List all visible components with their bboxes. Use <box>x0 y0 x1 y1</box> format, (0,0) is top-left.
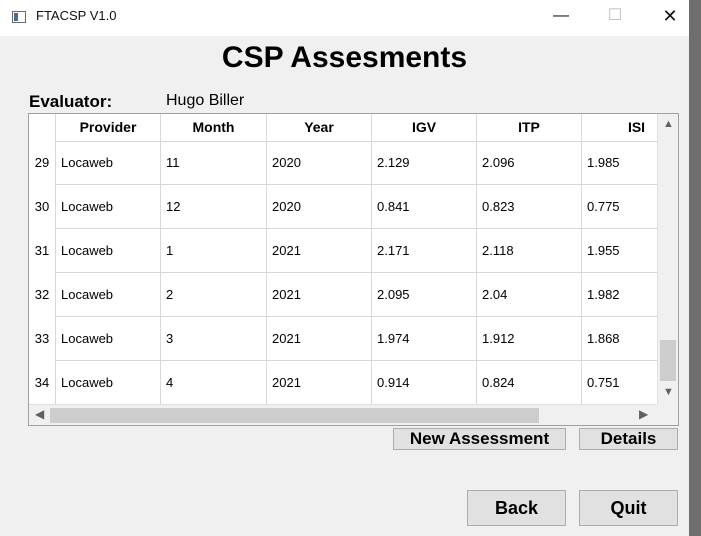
table-cell[interactable]: 1.982 <box>582 273 657 317</box>
app-icon <box>12 11 26 23</box>
app-window: FTACSP V1.0 — ☐ ✕ CSP Assesments Evaluat… <box>0 0 689 536</box>
scroll-corner <box>657 404 678 425</box>
row-number[interactable]: 31 <box>29 229 56 273</box>
column-header-igv[interactable]: IGV <box>372 114 477 141</box>
table-cell[interactable]: 1 <box>161 229 267 273</box>
table-cell[interactable]: 2021 <box>267 273 372 317</box>
column-header-year[interactable]: Year <box>267 114 372 141</box>
row-number[interactable]: 30 <box>29 185 56 229</box>
table-cell[interactable]: 1.912 <box>477 317 582 361</box>
table-row[interactable]: 29 Locaweb 11 2020 2.129 2.096 1.985 <box>29 141 657 185</box>
table-cell[interactable]: 0.914 <box>372 361 477 404</box>
scroll-left-icon[interactable]: ◀ <box>35 407 44 421</box>
window-title: FTACSP V1.0 <box>36 8 117 23</box>
evaluator-name: Hugo Biller <box>166 92 245 109</box>
details-button[interactable]: Details <box>579 428 678 450</box>
horizontal-scrollbar[interactable]: ◀ ▶ <box>29 404 657 425</box>
table-cell[interactable]: Locaweb <box>56 141 161 185</box>
scroll-down-icon[interactable]: ▼ <box>658 386 678 398</box>
evaluator-label: Evaluator: <box>29 92 113 111</box>
table-grid: Provider Month Year IGV ITP ISI 29 Locaweb 11 20… <box>29 114 657 404</box>
table-row[interactable]: 30 Locaweb 12 2020 0.841 0.823 0.775 <box>29 185 657 229</box>
row-number[interactable]: 29 <box>29 141 56 185</box>
new-assessment-button[interactable]: New Assessment <box>393 428 566 450</box>
vertical-scrollbar[interactable]: ▲ ▼ <box>657 114 678 404</box>
table-cell[interactable]: Locaweb <box>56 229 161 273</box>
horizontal-scroll-thumb[interactable] <box>50 408 539 423</box>
assessments-table[interactable]: Provider Month Year IGV ITP ISI 29 Locaweb 11 20… <box>28 113 679 426</box>
column-header-month[interactable]: Month <box>161 114 267 141</box>
table-cell[interactable]: 2.118 <box>477 229 582 273</box>
table-cell[interactable]: 0.751 <box>582 361 657 404</box>
table-cell[interactable]: 12 <box>161 185 267 229</box>
table-cell[interactable]: 1.955 <box>582 229 657 273</box>
table-cell[interactable]: 2.096 <box>477 141 582 185</box>
table-cell[interactable]: 1.974 <box>372 317 477 361</box>
column-header-isi[interactable]: ISI <box>582 114 657 141</box>
row-number[interactable]: 34 <box>29 361 56 404</box>
table-cell[interactable]: 0.841 <box>372 185 477 229</box>
table-cell[interactable]: 3 <box>161 317 267 361</box>
table-cell[interactable]: Locaweb <box>56 273 161 317</box>
quit-button[interactable]: Quit <box>579 490 678 526</box>
vertical-scroll-thumb[interactable] <box>660 340 676 381</box>
table-cell[interactable]: 1.868 <box>582 317 657 361</box>
table-cell[interactable]: 2020 <box>267 141 372 185</box>
table-cell[interactable]: 2021 <box>267 361 372 404</box>
table-cell[interactable]: 0.823 <box>477 185 582 229</box>
row-number[interactable]: 32 <box>29 273 56 317</box>
table-header-row: Provider Month Year IGV ITP ISI <box>29 114 657 142</box>
table-cell[interactable]: 1.985 <box>582 141 657 185</box>
title-bar: FTACSP V1.0 — ☐ ✕ <box>0 0 689 36</box>
table-row[interactable]: 32 Locaweb 2 2021 2.095 2.04 1.982 <box>29 273 657 317</box>
table-cell[interactable]: 2.04 <box>477 273 582 317</box>
table-cell[interactable]: 0.775 <box>582 185 657 229</box>
table-cell[interactable]: Locaweb <box>56 185 161 229</box>
table-cell[interactable]: 2020 <box>267 185 372 229</box>
table-row[interactable]: 33 Locaweb 3 2021 1.974 1.912 1.868 <box>29 317 657 361</box>
table-cell[interactable]: 4 <box>161 361 267 404</box>
minimize-button[interactable]: — <box>538 0 584 32</box>
header-corner <box>29 114 56 141</box>
row-number[interactable]: 33 <box>29 317 56 361</box>
table-cell[interactable]: Locaweb <box>56 317 161 361</box>
table-cell[interactable]: 11 <box>161 141 267 185</box>
table-cell[interactable]: 2.171 <box>372 229 477 273</box>
table-cell[interactable]: 0.824 <box>477 361 582 404</box>
scroll-up-icon[interactable]: ▲ <box>658 118 678 130</box>
table-cell[interactable]: 2021 <box>267 317 372 361</box>
table-cell[interactable]: Locaweb <box>56 361 161 404</box>
table-cell[interactable]: 2 <box>161 273 267 317</box>
table-row[interactable]: 34 Locaweb 4 2021 0.914 0.824 0.751 <box>29 361 657 404</box>
page-title: CSP Assesments <box>221 41 468 74</box>
table-cell[interactable]: 2021 <box>267 229 372 273</box>
column-header-provider[interactable]: Provider <box>56 114 161 141</box>
table-cell[interactable]: 2.129 <box>372 141 477 185</box>
maximize-button[interactable]: ☐ <box>592 0 638 32</box>
close-button[interactable]: ✕ <box>647 0 693 32</box>
table-cell[interactable]: 2.095 <box>372 273 477 317</box>
column-header-itp[interactable]: ITP <box>477 114 582 141</box>
table-row[interactable]: 31 Locaweb 1 2021 2.171 2.118 1.955 <box>29 229 657 273</box>
back-button[interactable]: Back <box>467 490 566 526</box>
scroll-right-icon[interactable]: ▶ <box>639 407 648 421</box>
